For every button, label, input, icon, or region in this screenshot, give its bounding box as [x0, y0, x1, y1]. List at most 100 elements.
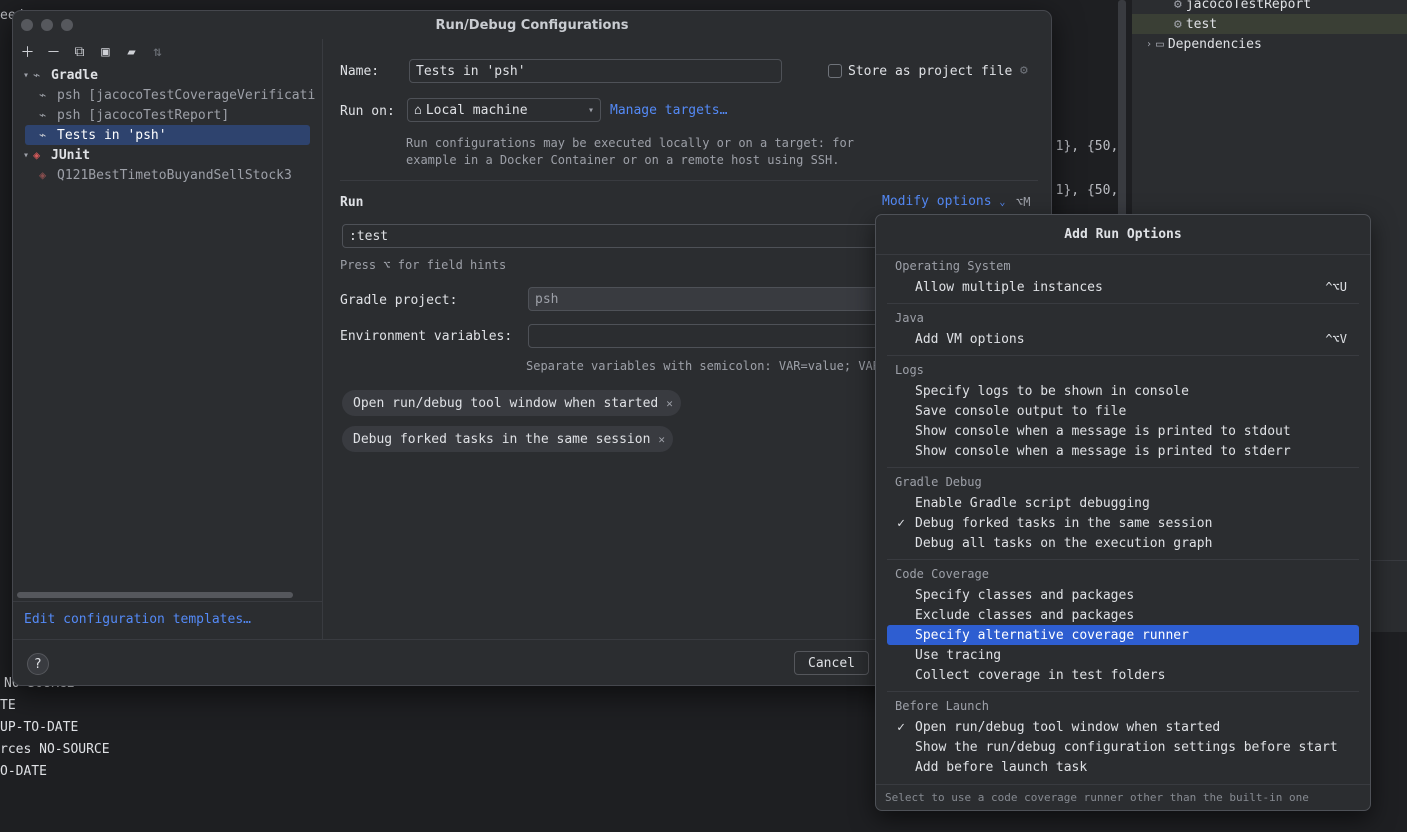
popup-item[interactable]: Show console when a message is printed t… [887, 441, 1359, 461]
close-window-button[interactable] [21, 19, 33, 31]
popup-item[interactable]: Add VM options ^⌥V [887, 329, 1359, 349]
popup-item[interactable]: Add before launch task [887, 757, 1359, 777]
tree-item-label: psh [jacocoTestCoverageVerificati [57, 87, 316, 103]
gear-icon[interactable]: ⚙ [1020, 63, 1028, 78]
minimize-window-button[interactable] [41, 19, 53, 31]
group-label: Gradle Debug [895, 475, 982, 489]
add-run-options-popup: Add Run Options Operating System Allow m… [875, 214, 1371, 811]
tree-item-selected[interactable]: ⌁ Tests in 'psh' [25, 125, 310, 145]
popup-item-label: Save console output to file [915, 403, 1127, 419]
popup-item-checked[interactable]: ✓ Debug forked tasks in the same session [887, 513, 1359, 533]
popup-item[interactable]: Specify logs to be shown in console [887, 381, 1359, 401]
console-line: TE [0, 698, 16, 713]
side-panel [1371, 560, 1407, 632]
chip-label: Debug forked tasks in the same session [353, 431, 651, 447]
config-tree: ▾ ⌁ Gradle ⌁ psh [jacocoTestCoverageVeri… [13, 65, 322, 585]
tree-group-label: Gradle [51, 67, 98, 83]
config-toolbar: ＋ － ⧉ ▣ ▰ ⇅ [13, 39, 323, 65]
project-tree-item-label: test [1185, 16, 1218, 32]
edit-templates-link[interactable]: Edit configuration templates… [24, 612, 251, 627]
popup-item[interactable]: Show the run/debug configuration setting… [887, 737, 1359, 757]
popup-item-label: Show console when a message is printed t… [915, 443, 1291, 459]
tree-group-label: JUnit [51, 147, 91, 163]
gradle-icon: ⌁ [39, 108, 47, 122]
option-chip[interactable]: Open run/debug tool window when started … [342, 390, 681, 416]
checkmark-icon: ✓ [897, 719, 905, 735]
popup-footer-hint: Select to use a code coverage runner oth… [876, 784, 1370, 810]
name-field[interactable]: Tests in 'psh' [409, 59, 782, 83]
chevron-down-icon[interactable]: ▾ [19, 70, 33, 81]
popup-item[interactable]: Specify classes and packages [887, 585, 1359, 605]
popup-item[interactable]: Collect coverage in test folders [887, 665, 1359, 685]
sort-icon[interactable]: ⇅ [149, 44, 166, 61]
popup-item-label: Exclude classes and packages [915, 607, 1135, 623]
divider [340, 180, 1038, 181]
env-variables-field[interactable] [528, 324, 902, 348]
remove-chip-icon[interactable]: ✕ [666, 397, 673, 410]
dialog-title: Run/Debug Configurations [435, 17, 629, 33]
project-tree-item[interactable]: ⚙ jacocoTestReport [1132, 0, 1407, 14]
env-variables-label: Environment variables: [340, 329, 513, 344]
popup-item-label: Specify logs to be shown in console [915, 383, 1189, 399]
home-icon: ⌂ [414, 102, 422, 118]
popup-item[interactable]: Use tracing [887, 645, 1359, 665]
gear-icon: ⚙ [1174, 0, 1182, 12]
tasks-field[interactable]: :test [342, 224, 902, 248]
popup-item[interactable]: Debug all tasks on the execution graph [887, 533, 1359, 553]
popup-item-label: Use tracing [915, 647, 1002, 663]
dialog-titlebar[interactable]: Run/Debug Configurations [13, 11, 1051, 39]
popup-item-shortcut: ^⌥V [1325, 332, 1347, 346]
popup-item-label: Debug forked tasks in the same session [915, 515, 1213, 531]
maximize-window-button[interactable] [61, 19, 73, 31]
project-tree-item[interactable]: ⚙ test [1132, 14, 1407, 34]
tree-item-label: Tests in 'psh' [57, 127, 167, 143]
gradle-icon: ⌁ [33, 68, 41, 82]
popup-item-checked[interactable]: ✓ Open run/debug tool window when started [887, 717, 1359, 737]
project-tree-item[interactable]: › ▭ Dependencies [1132, 34, 1407, 54]
popup-item[interactable]: Exclude classes and packages [887, 605, 1359, 625]
divider [887, 303, 1359, 304]
tree-horizontal-scrollbar[interactable] [17, 592, 293, 598]
group-label: Before Launch [895, 699, 989, 713]
popup-item[interactable]: Allow multiple instances ^⌥U [887, 277, 1359, 297]
copy-icon[interactable]: ⧉ [71, 44, 88, 61]
group-label: Operating System [895, 259, 1011, 273]
gradle-project-field[interactable]: psh [528, 287, 902, 311]
run-on-select[interactable]: ⌂ Local machine ▾ [407, 98, 601, 122]
new-folder-icon[interactable]: ▰ [123, 44, 140, 61]
popup-item-highlighted[interactable]: Specify alternative coverage runner [887, 625, 1359, 645]
cancel-button[interactable]: Cancel [794, 651, 869, 675]
manage-targets-link[interactable]: Manage targets… [610, 103, 727, 118]
store-as-project-checkbox[interactable] [828, 64, 842, 78]
gradle-project-label: Gradle project: [340, 293, 458, 308]
env-hint: Separate variables with semicolon: VAR=v… [526, 359, 888, 373]
tree-group-gradle[interactable]: ▾ ⌁ Gradle [19, 65, 319, 85]
save-icon[interactable]: ▣ [97, 44, 114, 61]
option-chip[interactable]: Debug forked tasks in the same session ✕ [342, 426, 674, 452]
remove-chip-icon[interactable]: ✕ [658, 433, 665, 446]
divider [13, 601, 322, 602]
chevron-down-icon[interactable]: ▾ [19, 150, 33, 161]
console-line: rces NO-SOURCE [0, 742, 110, 757]
remove-icon[interactable]: － [45, 44, 62, 61]
popup-item[interactable]: Save console output to file [887, 401, 1359, 421]
run-on-label: Run on: [340, 104, 395, 119]
popup-item[interactable]: Enable Gradle script debugging [887, 493, 1359, 513]
checkmark-icon: ✓ [897, 515, 905, 531]
group-label: Java [895, 311, 924, 325]
modify-options-link[interactable]: Modify options ⌄ [882, 194, 1005, 209]
tree-item-label: Q121BestTimetoBuyandSellStock3 [57, 167, 292, 183]
popup-item[interactable]: Show console when a message is printed t… [887, 421, 1359, 441]
editor-scrollbar[interactable] [1118, 0, 1126, 220]
tree-item[interactable]: ⌁ psh [jacocoTestCoverageVerificati [39, 85, 322, 105]
tree-item[interactable]: ⌁ psh [jacocoTestReport] [39, 105, 322, 125]
divider [887, 355, 1359, 356]
add-icon[interactable]: ＋ [19, 44, 36, 61]
group-label: Code Coverage [895, 567, 989, 581]
tree-item[interactable]: ◈ Q121BestTimetoBuyandSellStock3 [39, 165, 322, 185]
project-tree-item-label: Dependencies [1167, 36, 1262, 52]
project-tree-item-label: jacocoTestReport [1185, 0, 1312, 12]
group-label: Logs [895, 363, 924, 377]
help-button[interactable]: ? [27, 653, 49, 675]
tree-group-junit[interactable]: ▾ ◈ JUnit [19, 145, 319, 165]
